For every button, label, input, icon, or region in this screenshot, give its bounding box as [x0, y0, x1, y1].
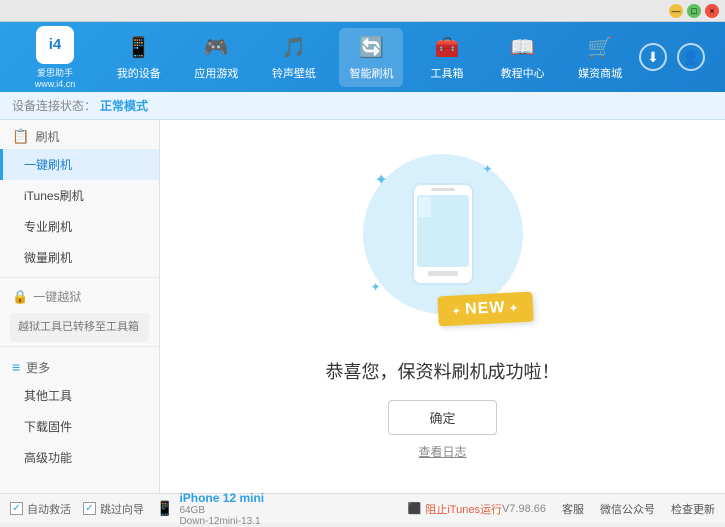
nav-label-apps: 应用游戏: [194, 65, 238, 81]
new-badge: NEW: [437, 291, 533, 326]
logo-area: i4 爱思助手 www.i4.cn: [10, 26, 100, 89]
flash-section-icon: 📋: [12, 128, 29, 145]
toolbox-icon: 🧰: [433, 34, 461, 62]
wechat-link[interactable]: 微信公众号: [600, 501, 655, 517]
nav-item-my-device[interactable]: 📱 我的设备: [107, 28, 171, 87]
flash-section-label: 刷机: [35, 128, 59, 145]
device-info: 📱 iPhone 12 mini 64GB Down-12mini-13.1: [156, 491, 264, 527]
sidebar-item-other-tools[interactable]: 其他工具: [0, 380, 159, 411]
more-section-label: 更多: [26, 359, 50, 376]
nav-label-media: 媒资商城: [578, 65, 622, 81]
version-label: V7.98.66: [502, 503, 546, 515]
nav-label-my-device: 我的设备: [117, 65, 161, 81]
nav-item-media[interactable]: 🛒 媒资商城: [568, 28, 632, 87]
sidebar-item-advanced[interactable]: 高级功能: [0, 442, 159, 473]
nav-label-tutorial: 教程中心: [501, 65, 545, 81]
apps-icon: 🎮: [202, 34, 230, 62]
status-label: 设备连接状态：: [12, 97, 96, 114]
sidebar-item-pro-flash[interactable]: 专业刷机: [0, 211, 159, 242]
sidebar-section-flash[interactable]: 📋 刷机: [0, 120, 159, 149]
ringtones-icon: 🎵: [280, 34, 308, 62]
sidebar-section-more[interactable]: ≡ 更多: [0, 351, 159, 380]
logo-text: 爱思助手: [37, 66, 73, 79]
main-layout: 📋 刷机 一键刷机 iTunes刷机 专业刷机 微量刷机 🔒 一键越狱 越狱工具…: [0, 120, 725, 493]
smart-flash-icon: 🔄: [357, 34, 385, 62]
nav-item-ringtones[interactable]: 🎵 铃声壁纸: [262, 28, 326, 87]
sidebar-item-download-firmware[interactable]: 下载固件: [0, 411, 159, 442]
success-text: 恭喜您，保资料刷机成功啦！: [326, 358, 560, 384]
close-button[interactable]: ×: [705, 4, 719, 18]
download-button[interactable]: ⬇: [639, 43, 667, 71]
header: i4 爱思助手 www.i4.cn 📱 我的设备 🎮 应用游戏 🎵 铃声壁纸 🔄…: [0, 22, 725, 92]
checkbox-skip-label: 跳过向导: [100, 501, 144, 517]
device-model: Down-12mini-13.1: [179, 516, 264, 527]
nav-label-toolbox: 工具箱: [431, 65, 464, 81]
maximize-button[interactable]: □: [687, 4, 701, 18]
status-value: 正常模式: [100, 97, 148, 114]
sparkle-3: ✦: [371, 280, 381, 294]
phone-circle: ✦ ✦ ✦ NEW: [363, 154, 523, 314]
more-section-icon: ≡: [12, 359, 20, 375]
stop-itunes-button[interactable]: ⬛ 阻止iTunes运行: [408, 501, 502, 517]
device-icon: 📱: [125, 34, 153, 62]
checkbox-auto-icon: ✓: [10, 502, 23, 515]
sidebar-item-itunes-flash[interactable]: iTunes刷机: [0, 180, 159, 211]
sparkle-1: ✦: [375, 170, 388, 190]
sidebar: 📋 刷机 一键刷机 iTunes刷机 专业刷机 微量刷机 🔒 一键越狱 越狱工具…: [0, 120, 160, 493]
confirm-button[interactable]: 确定: [388, 400, 496, 435]
bottom-right: V7.98.66 客服 微信公众号 检查更新: [502, 501, 715, 517]
jailbreak-label: 一键越狱: [33, 288, 81, 305]
device-icon-sm: 📱: [156, 500, 173, 517]
user-button[interactable]: 👤: [677, 43, 705, 71]
check-update-link[interactable]: 检查更新: [671, 501, 715, 517]
sidebar-divider-1: [0, 277, 159, 278]
sidebar-divider-2: [0, 346, 159, 347]
jailbreak-notice: 越狱工具已转移至工具箱: [10, 313, 149, 342]
checkbox-auto-label: 自动救活: [27, 501, 71, 517]
title-bar: — □ ×: [0, 0, 725, 22]
stop-itunes-label: 阻止iTunes运行: [425, 501, 502, 517]
view-log-link[interactable]: 查看日志: [418, 443, 466, 460]
phone-svg: [403, 179, 483, 289]
nav-bar: 📱 我的设备 🎮 应用游戏 🎵 铃声壁纸 🔄 智能刷机 🧰 工具箱 📖 教程中心…: [100, 28, 639, 87]
window-controls: — □ ×: [669, 4, 719, 18]
content-area: ✦ ✦ ✦ NEW 恭: [160, 120, 725, 493]
tutorial-icon: 📖: [509, 34, 537, 62]
logo-url: www.i4.cn: [35, 79, 76, 89]
header-right: ⬇ 👤: [639, 43, 715, 71]
nav-item-apps-games[interactable]: 🎮 应用游戏: [184, 28, 248, 87]
device-storage: 64GB: [179, 505, 264, 516]
checkbox-skip-wizard[interactable]: ✓ 跳过向导: [83, 501, 144, 517]
checkbox-auto-rescue[interactable]: ✓ 自动救活: [10, 501, 71, 517]
nav-item-smart-flash[interactable]: 🔄 智能刷机: [339, 28, 403, 87]
sidebar-section-jailbreak: 🔒 一键越狱: [0, 282, 159, 309]
media-icon: 🛒: [586, 34, 614, 62]
minimize-button[interactable]: —: [669, 4, 683, 18]
nav-label-smart: 智能刷机: [349, 65, 393, 81]
nav-item-toolbox[interactable]: 🧰 工具箱: [417, 28, 477, 87]
customer-service-link[interactable]: 客服: [562, 501, 584, 517]
nav-label-ringtones: 铃声壁纸: [272, 65, 316, 81]
logo-icon: i4: [36, 26, 74, 64]
status-bar: 设备连接状态： 正常模式: [0, 92, 725, 120]
sidebar-item-micro-flash[interactable]: 微量刷机: [0, 242, 159, 273]
success-illustration: ✦ ✦ ✦ NEW: [363, 154, 523, 314]
bottom-left: ✓ 自动救活 ✓ 跳过向导 📱 iPhone 12 mini 64GB Down…: [10, 491, 408, 527]
stop-itunes-icon: ⬛: [408, 502, 422, 515]
checkbox-skip-icon: ✓: [83, 502, 96, 515]
nav-item-tutorial[interactable]: 📖 教程中心: [491, 28, 555, 87]
bottom-bar: ✓ 自动救活 ✓ 跳过向导 📱 iPhone 12 mini 64GB Down…: [0, 493, 725, 523]
sidebar-item-one-click-flash[interactable]: 一键刷机: [0, 149, 159, 180]
sparkle-2: ✦: [482, 162, 492, 176]
